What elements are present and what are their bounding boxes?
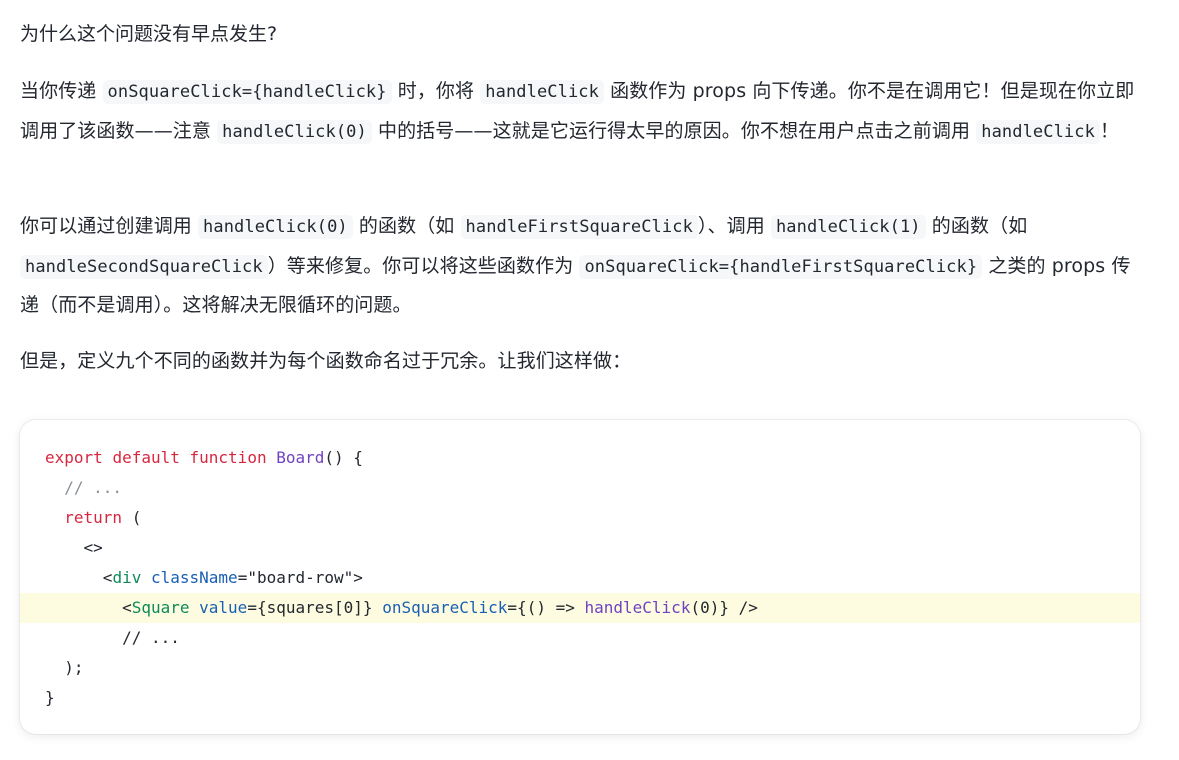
code-line-4: <> xyxy=(20,533,1140,563)
code-line-1: export default function Board() { xyxy=(20,443,1140,473)
code-line-2: // ... xyxy=(20,473,1140,503)
code-line-5: <div className="board-row"> xyxy=(20,563,1140,593)
function-name: Board xyxy=(276,448,325,467)
code-text: <> xyxy=(83,538,103,557)
jsx-attribute: onSquareClick xyxy=(382,598,508,617)
code-text: ( xyxy=(122,508,142,527)
code-block: export default function Board() { // ...… xyxy=(20,420,1140,734)
code-comment: // ... xyxy=(64,478,123,497)
inline-code: handleClick(1) xyxy=(770,215,926,239)
code-line-7: // ... xyxy=(20,623,1140,653)
function-name: handleClick xyxy=(584,598,691,617)
code-text: < xyxy=(102,568,113,587)
text: 时，你将 xyxy=(391,80,481,102)
code-line-6-highlighted: <Square value={squares[0]} onSquareClick… xyxy=(20,593,1140,623)
text: ）等来修复。你可以将这些函数作为 xyxy=(267,254,580,277)
text: 当你传递 xyxy=(20,80,103,102)
keyword: function xyxy=(189,448,267,467)
code-text: = xyxy=(237,568,248,587)
keyword: default xyxy=(112,448,180,467)
text: 中的括号——这就是它运行得太早的原因。你不想在用户点击之前调用 xyxy=(371,119,977,142)
inline-code: onSquareClick={handleFirstSquareClick} xyxy=(579,254,983,279)
inline-code: handleSecondSquareClick xyxy=(20,254,268,279)
text: 的函数（如 xyxy=(352,215,461,237)
paragraph-2: 你可以通过创建调用 handleClick(0) 的函数（如 handleFir… xyxy=(20,207,1145,325)
inline-code: handleFirstSquareClick xyxy=(460,215,698,239)
string-literal: "board-row" xyxy=(247,568,354,587)
code-text: > xyxy=(353,568,363,587)
text: ）、调用 xyxy=(697,215,771,237)
inline-code: handleClick(0) xyxy=(198,215,353,239)
code-line-9: } xyxy=(20,683,1140,713)
paragraph-1: 当你传递 onSquareClick={handleClick} 时，你将 ha… xyxy=(20,72,1145,151)
text: ！ xyxy=(1099,119,1120,142)
inline-code: handleClick xyxy=(480,80,604,104)
jsx-tag: Square xyxy=(131,598,190,617)
code-text: () { xyxy=(324,448,363,467)
code-text: ={squares[0]} xyxy=(247,598,373,617)
text: 的函数（如 xyxy=(925,215,1028,237)
text: 你可以通过创建调用 xyxy=(20,215,199,237)
jsx-attribute: value xyxy=(199,598,248,617)
code-line-3: return ( xyxy=(20,503,1140,533)
paragraph-3: 但是，定义九个不同的函数并为每个函数命名过于冗余。让我们这样做： xyxy=(20,350,632,372)
code-text: ={() => xyxy=(507,598,585,617)
inline-code: onSquareClick={handleClick} xyxy=(102,80,392,104)
code-text: ); xyxy=(64,658,84,677)
keyword: export xyxy=(45,448,103,467)
inline-code: handleClick xyxy=(976,119,1100,144)
jsx-attribute: className xyxy=(150,568,238,587)
code-line-8: ); xyxy=(20,653,1140,683)
code-text: } xyxy=(45,688,55,707)
page: 为什么这个问题没有早点发生? 当你传递 onSquareClick={handl… xyxy=(0,0,1179,760)
section-heading: 为什么这个问题没有早点发生? xyxy=(20,23,278,45)
jsx-tag: div xyxy=(112,568,142,587)
code-text: < xyxy=(122,598,132,617)
code-text: // ... xyxy=(122,628,180,647)
inline-code: handleClick(0) xyxy=(217,119,372,144)
keyword: return xyxy=(64,508,123,527)
code-text: (0)} /> xyxy=(690,598,758,617)
